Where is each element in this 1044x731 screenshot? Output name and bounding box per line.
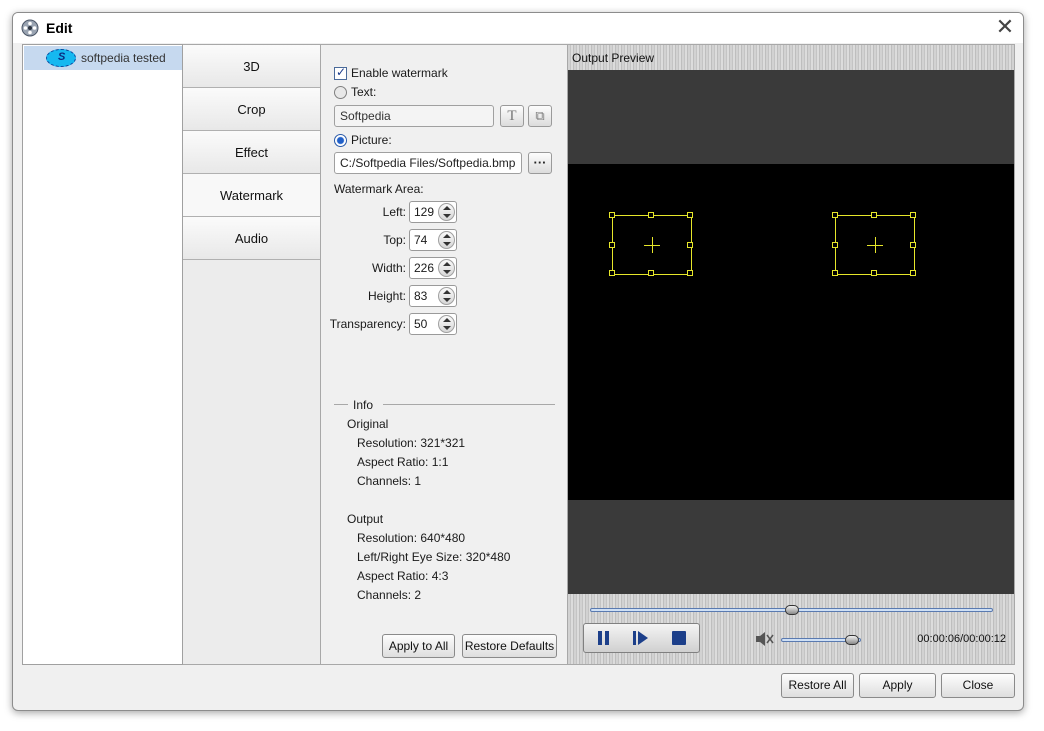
enable-watermark-label: Enable watermark (351, 66, 448, 80)
film-reel-icon (21, 19, 39, 37)
watermark-area-label: Watermark Area: (334, 182, 424, 196)
original-channels: Channels: 1 (357, 474, 422, 488)
watermark-box-left[interactable] (609, 212, 693, 276)
resize-handle[interactable] (687, 242, 693, 248)
video-preview (568, 70, 1014, 594)
mute-speaker-icon[interactable] (754, 630, 774, 648)
picture-path-input[interactable]: C:/Softpedia Files/Softpedia.bmp (334, 152, 522, 174)
resize-handle[interactable] (871, 212, 877, 218)
output-aspect-ratio: Aspect Ratio: 4:3 (357, 569, 449, 583)
spin-arrows-icon[interactable] (438, 203, 455, 221)
restore-defaults-button[interactable]: Restore Defaults (462, 634, 557, 658)
spin-arrows-icon[interactable] (438, 231, 455, 249)
output-preview-panel: Output Preview 00:00:06/00:00:12 (567, 44, 1015, 665)
top-spinbox[interactable]: 74 (409, 229, 457, 251)
enable-watermark-checkbox[interactable] (334, 65, 347, 80)
volume-thumb[interactable] (845, 635, 860, 645)
tab-crop[interactable]: Crop (183, 88, 320, 131)
apply-button[interactable]: Apply (859, 673, 936, 698)
tab-3d[interactable]: 3D (183, 45, 320, 88)
original-aspect-ratio: Aspect Ratio: 1:1 (357, 455, 449, 469)
transparency-label: Transparency: (329, 317, 406, 331)
restore-all-button[interactable]: Restore All (781, 673, 854, 698)
resize-handle[interactable] (910, 212, 916, 218)
left-spinbox[interactable]: 129 (409, 201, 457, 223)
edit-window: Edit ✕ S softpedia tested 3D Crop Effect… (12, 12, 1024, 711)
output-heading: Output (347, 512, 384, 526)
resize-handle[interactable] (609, 270, 615, 276)
spin-arrows-icon[interactable] (438, 259, 455, 277)
info-divider-right (383, 404, 555, 405)
resize-handle[interactable] (609, 212, 615, 218)
transparency-spinbox[interactable]: 50 (409, 313, 457, 335)
output-channels: Channels: 2 (357, 588, 422, 602)
watermark-box-right[interactable] (832, 212, 916, 276)
picture-radio[interactable] (334, 134, 347, 147)
seek-thumb[interactable] (784, 605, 799, 615)
resize-handle[interactable] (687, 270, 693, 276)
top-label: Top: (383, 233, 406, 247)
file-list-item[interactable]: S softpedia tested (24, 46, 182, 70)
font-button[interactable]: T (500, 105, 524, 127)
spin-arrows-icon[interactable] (438, 287, 455, 305)
resize-handle[interactable] (832, 270, 838, 276)
crosshair-icon (652, 237, 653, 253)
width-spinbox[interactable]: 226 (409, 257, 457, 279)
volume-slider[interactable] (781, 635, 861, 645)
text-radio[interactable] (334, 86, 347, 99)
text-option-label: Text: (351, 85, 377, 99)
close-icon[interactable]: ✕ (995, 16, 1015, 38)
tab-effect[interactable]: Effect (183, 131, 320, 174)
pause-icon[interactable] (594, 628, 614, 648)
output-resolution: Resolution: 640*480 (357, 531, 466, 545)
spin-arrows-icon[interactable] (438, 315, 455, 333)
watermark-settings: Enable watermark Text: Softpedia T ⧉ Pic… (321, 44, 567, 665)
original-heading: Original (347, 417, 389, 431)
tab-audio[interactable]: Audio (183, 217, 320, 260)
crosshair-icon (875, 237, 876, 253)
window-title: Edit (46, 20, 73, 36)
left-label: Left: (382, 205, 406, 219)
picture-option-label: Picture: (351, 133, 392, 147)
stop-icon[interactable] (669, 628, 689, 648)
seek-bar[interactable] (590, 605, 993, 615)
info-divider-left (334, 404, 348, 405)
tab-watermark[interactable]: Watermark (183, 174, 320, 217)
file-name: softpedia tested (81, 51, 166, 65)
output-preview-label: Output Preview (572, 51, 655, 65)
watermark-text-input[interactable]: Softpedia (334, 105, 494, 127)
playback-controls (583, 623, 700, 653)
resize-handle[interactable] (648, 270, 654, 276)
output-eye-size: Left/Right Eye Size: 320*480 (357, 550, 511, 564)
file-thumbnail: S (46, 49, 76, 67)
info-heading: Info (353, 398, 374, 412)
height-label: Height: (367, 289, 406, 303)
width-label: Width: (371, 261, 406, 275)
video-frame (568, 164, 1014, 500)
title-bar: Edit ✕ (13, 13, 1023, 43)
resize-handle[interactable] (910, 270, 916, 276)
next-frame-icon[interactable] (630, 628, 650, 648)
resize-handle[interactable] (832, 212, 838, 218)
resize-handle[interactable] (648, 212, 654, 218)
resize-handle[interactable] (609, 242, 615, 248)
height-spinbox[interactable]: 83 (409, 285, 457, 307)
text-color-button[interactable]: ⧉ (528, 105, 552, 127)
resize-handle[interactable] (910, 242, 916, 248)
edit-tabs: 3D Crop Effect Watermark Audio (183, 44, 321, 665)
resize-handle[interactable] (871, 270, 877, 276)
browse-button[interactable]: ··· (528, 152, 552, 174)
close-button[interactable]: Close (941, 673, 1015, 698)
file-list: S softpedia tested (22, 44, 183, 665)
original-resolution: Resolution: 321*321 (357, 436, 466, 450)
resize-handle[interactable] (687, 212, 693, 218)
time-display: 00:00:06/00:00:12 (917, 633, 1006, 645)
apply-to-all-button[interactable]: Apply to All (382, 634, 455, 658)
resize-handle[interactable] (832, 242, 838, 248)
